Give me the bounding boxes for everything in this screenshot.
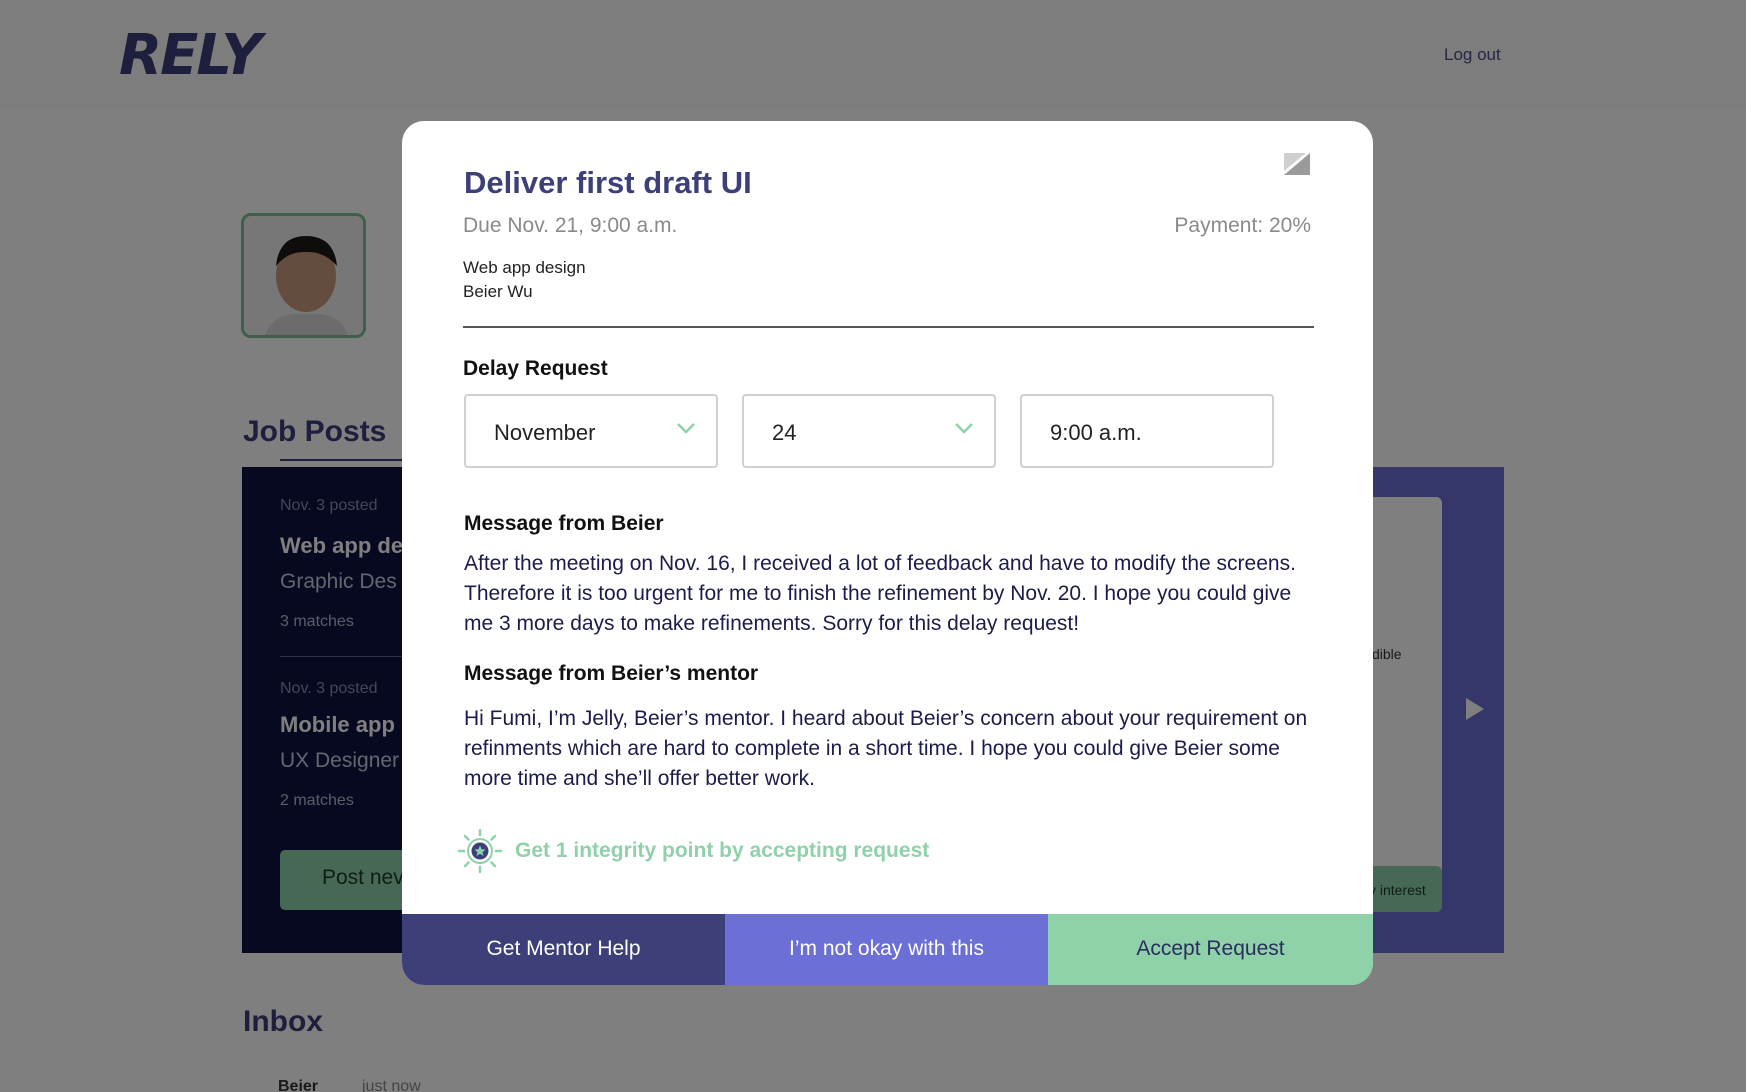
message-heading: Message from Beier [464, 512, 664, 535]
integrity-badge-icon [457, 828, 503, 874]
mentor-message-heading: Message from Beier’s mentor [464, 662, 759, 685]
message-text: After the meeting on Nov. 16, I received… [464, 552, 1296, 635]
get-mentor-help-button[interactable]: Get Mentor Help [402, 914, 725, 985]
day-value: 24 [772, 420, 797, 445]
task-payment: Payment: 20% [1174, 214, 1311, 237]
mentor-message-text: Hi Fumi, I’m Jelly, Beier’s mentor. I he… [464, 707, 1308, 790]
project-name: Web app design [463, 258, 586, 277]
collapse-icon[interactable] [1284, 153, 1310, 175]
task-title: Deliver first draft UI [464, 165, 752, 200]
time-value: 9:00 a.m. [1050, 420, 1142, 445]
chevron-down-icon [677, 423, 695, 434]
accept-request-button[interactable]: Accept Request [1048, 914, 1373, 985]
day-select[interactable]: 24 [742, 394, 996, 468]
delay-request-modal: Deliver first draft UI Due Nov. 21, 9:00… [402, 121, 1373, 985]
time-field[interactable]: 9:00 a.m. [1020, 394, 1274, 468]
assignee-name: Beier Wu [463, 282, 533, 301]
decline-request-button[interactable]: I’m not okay with this [725, 914, 1048, 985]
delay-request-label: Delay Request [463, 357, 608, 380]
month-select[interactable]: November [464, 394, 718, 468]
month-value: November [494, 420, 596, 445]
header-divider [463, 326, 1314, 328]
task-due-date: Due Nov. 21, 9:00 a.m. [463, 214, 678, 237]
chevron-down-icon [955, 423, 973, 434]
integrity-perk-text: Get 1 integrity point by accepting reque… [515, 839, 930, 862]
